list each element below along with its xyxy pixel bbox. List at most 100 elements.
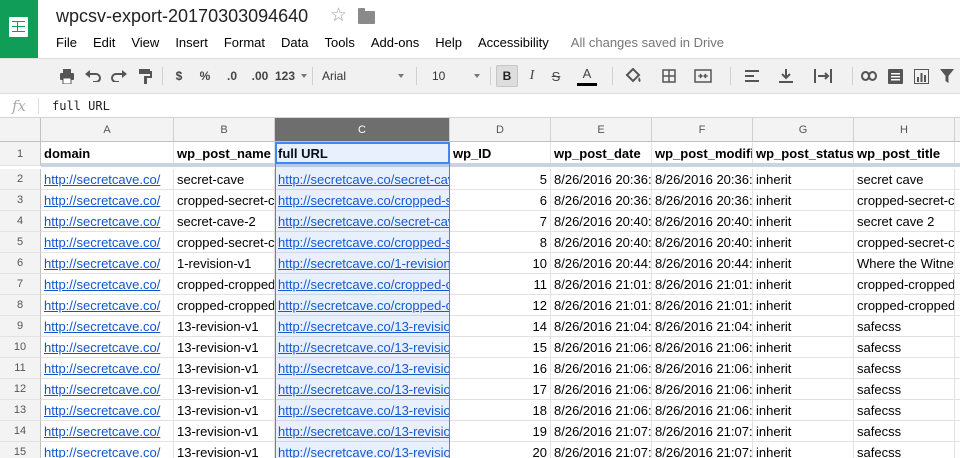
column-header-h[interactable]: H xyxy=(854,118,955,142)
cell-h4[interactable]: secret cave 2 xyxy=(854,211,955,232)
row-header-9[interactable]: 9 xyxy=(0,316,41,337)
menu-file[interactable]: File xyxy=(48,34,85,52)
cell-e8[interactable]: 8/26/2016 21:01: xyxy=(551,295,652,316)
menu-insert[interactable]: Insert xyxy=(167,34,216,52)
cell-i13[interactable] xyxy=(955,400,960,421)
row-header-1[interactable]: 1 xyxy=(0,142,41,166)
insert-comment-icon[interactable] xyxy=(884,65,906,87)
frozen-row-divider[interactable] xyxy=(41,163,960,167)
cell-g4[interactable]: inherit xyxy=(753,211,854,232)
cell-e12[interactable]: 8/26/2016 21:06: xyxy=(551,379,652,400)
cell-a10[interactable]: http://secretcave.co/ xyxy=(41,337,174,358)
vertical-align-icon[interactable] xyxy=(772,65,800,87)
cell-e4[interactable]: 8/26/2016 20:40: xyxy=(551,211,652,232)
cell-h5[interactable]: cropped-secret-cave-2 xyxy=(854,232,955,253)
row-header-8[interactable]: 8 xyxy=(0,295,41,316)
cell-i3[interactable] xyxy=(955,190,960,211)
currency-format-button[interactable]: $ xyxy=(170,65,188,87)
font-size-dropdown[interactable]: 10 xyxy=(430,65,484,87)
cell-c4[interactable]: http://secretcave.co/secret-cave-2/ xyxy=(275,211,450,232)
menu-view[interactable]: View xyxy=(123,34,167,52)
menu-edit[interactable]: Edit xyxy=(85,34,123,52)
cell-g9[interactable]: inherit xyxy=(753,316,854,337)
cell-f3[interactable]: 8/26/2016 20:36: xyxy=(652,190,753,211)
cell-b15[interactable]: 13-revision-v1 xyxy=(174,442,275,458)
cell-a13[interactable]: http://secretcave.co/ xyxy=(41,400,174,421)
row-header-10[interactable]: 10 xyxy=(0,337,41,358)
cell-h12[interactable]: safecss xyxy=(854,379,955,400)
cell-i11[interactable] xyxy=(955,358,960,379)
percent-format-button[interactable]: % xyxy=(196,65,214,87)
cell-h10[interactable]: safecss xyxy=(854,337,955,358)
cell-e5[interactable]: 8/26/2016 20:40: xyxy=(551,232,652,253)
cell-b3[interactable]: cropped-secret-cave xyxy=(174,190,275,211)
cell-c11[interactable]: http://secretcave.co/13-revision-v1/ xyxy=(275,358,450,379)
cell-b9[interactable]: 13-revision-v1 xyxy=(174,316,275,337)
cell-f2[interactable]: 8/26/2016 20:36: xyxy=(652,169,753,190)
save-status[interactable]: All changes saved in Drive xyxy=(571,34,724,52)
cell-d6[interactable]: 10 xyxy=(450,253,551,274)
cell-f13[interactable]: 8/26/2016 21:06: xyxy=(652,400,753,421)
cell-i10[interactable] xyxy=(955,337,960,358)
folder-icon[interactable] xyxy=(358,8,375,24)
cell-i7[interactable] xyxy=(955,274,960,295)
column-header-a[interactable]: A xyxy=(41,118,174,142)
cell-g5[interactable]: inherit xyxy=(753,232,854,253)
row-header-2[interactable]: 2 xyxy=(0,169,41,190)
row-header-11[interactable]: 11 xyxy=(0,358,41,379)
cell-a14[interactable]: http://secretcave.co/ xyxy=(41,421,174,442)
menu-format[interactable]: Format xyxy=(216,34,273,52)
cell-d4[interactable]: 7 xyxy=(450,211,551,232)
cell-d11[interactable]: 16 xyxy=(450,358,551,379)
row-header-15[interactable]: 15 xyxy=(0,442,41,458)
cell-a5[interactable]: http://secretcave.co/ xyxy=(41,232,174,253)
align-left-icon[interactable] xyxy=(738,65,766,87)
column-header-e[interactable]: E xyxy=(551,118,652,142)
column-header-c[interactable]: C xyxy=(275,118,450,142)
cell-i15[interactable] xyxy=(955,442,960,458)
merge-cells-icon[interactable] xyxy=(688,65,718,87)
cell-g15[interactable]: inherit xyxy=(753,442,854,458)
cell-e10[interactable]: 8/26/2016 21:06: xyxy=(551,337,652,358)
cell-a15[interactable]: http://secretcave.co/ xyxy=(41,442,174,458)
increase-decimals-button[interactable]: .00 xyxy=(246,65,274,87)
cell-i2[interactable] xyxy=(955,169,960,190)
menu-add-ons[interactable]: Add-ons xyxy=(363,34,427,52)
cell-b7[interactable]: cropped-cropped-secret xyxy=(174,274,275,295)
cell-f8[interactable]: 8/26/2016 21:01: xyxy=(652,295,753,316)
column-header-i[interactable] xyxy=(955,118,960,142)
cell-d14[interactable]: 19 xyxy=(450,421,551,442)
cell-c12[interactable]: http://secretcave.co/13-revision-v1/ xyxy=(275,379,450,400)
cell-b13[interactable]: 13-revision-v1 xyxy=(174,400,275,421)
cell-c6[interactable]: http://secretcave.co/1-revision-v1/ xyxy=(275,253,450,274)
cell-a11[interactable]: http://secretcave.co/ xyxy=(41,358,174,379)
cell-c13[interactable]: http://secretcave.co/13-revision-v1/ xyxy=(275,400,450,421)
cell-d15[interactable]: 20 xyxy=(450,442,551,458)
cell-b2[interactable]: secret-cave xyxy=(174,169,275,190)
cell-g10[interactable]: inherit xyxy=(753,337,854,358)
cell-g14[interactable]: inherit xyxy=(753,421,854,442)
cell-h3[interactable]: cropped-secret-cave xyxy=(854,190,955,211)
bold-button[interactable]: B xyxy=(496,65,518,87)
cell-f7[interactable]: 8/26/2016 21:01: xyxy=(652,274,753,295)
cell-c9[interactable]: http://secretcave.co/13-revision-v1/ xyxy=(275,316,450,337)
cell-e3[interactable]: 8/26/2016 20:36: xyxy=(551,190,652,211)
cell-a8[interactable]: http://secretcave.co/ xyxy=(41,295,174,316)
row-header-14[interactable]: 14 xyxy=(0,421,41,442)
cell-e9[interactable]: 8/26/2016 21:04: xyxy=(551,316,652,337)
cell-h7[interactable]: cropped-cropped-secret xyxy=(854,274,955,295)
cell-b5[interactable]: cropped-secret-cave-2 xyxy=(174,232,275,253)
cell-a9[interactable]: http://secretcave.co/ xyxy=(41,316,174,337)
cell-b8[interactable]: cropped-cropped-secret xyxy=(174,295,275,316)
strikethrough-button[interactable]: S xyxy=(546,65,566,87)
redo-icon[interactable] xyxy=(108,65,130,87)
cell-g3[interactable]: inherit xyxy=(753,190,854,211)
font-family-dropdown[interactable]: Arial xyxy=(320,65,408,87)
cell-i9[interactable] xyxy=(955,316,960,337)
insert-link-icon[interactable] xyxy=(858,65,880,87)
cell-h15[interactable]: safecss xyxy=(854,442,955,458)
cell-h8[interactable]: cropped-cropped-secret xyxy=(854,295,955,316)
cell-b6[interactable]: 1-revision-v1 xyxy=(174,253,275,274)
cell-a2[interactable]: http://secretcave.co/ xyxy=(41,169,174,190)
column-header-b[interactable]: B xyxy=(174,118,275,142)
